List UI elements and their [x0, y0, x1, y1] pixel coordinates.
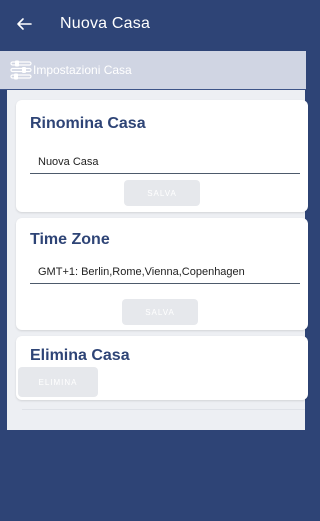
delete-button[interactable]: ELIMINA [18, 367, 98, 397]
rename-card: Rinomina Casa Nuova Casa SALVA [16, 100, 308, 212]
settings-sliders-icon [10, 60, 32, 80]
arrow-left-icon [17, 18, 32, 30]
settings-subheader-label: Impostazioni Casa [33, 63, 132, 77]
timezone-title: Time Zone [30, 231, 110, 248]
settings-panel: Rinomina Casa Nuova Casa SALVA Time Zone… [7, 90, 308, 430]
app-bar: Nuova Casa [0, 0, 306, 48]
delete-card: Elimina Casa ELIMINA [16, 336, 308, 400]
settings-subheader: Impostazioni Casa [0, 51, 306, 90]
timezone-card: Time Zone GMT+1: Berlin,Rome,Vienna,Cope… [16, 218, 308, 330]
back-button[interactable] [4, 0, 44, 48]
save-timezone-button[interactable]: SALVA [122, 299, 198, 325]
save-name-button[interactable]: SALVA [124, 180, 200, 206]
divider [22, 409, 305, 410]
page-title: Nuova Casa [60, 15, 151, 32]
timezone-select[interactable]: GMT+1: Berlin,Rome,Vienna,Copenhagen [30, 260, 300, 284]
rename-title: Rinomina Casa [30, 115, 146, 132]
delete-title: Elimina Casa [30, 347, 130, 364]
home-name-input[interactable]: Nuova Casa [30, 150, 300, 174]
